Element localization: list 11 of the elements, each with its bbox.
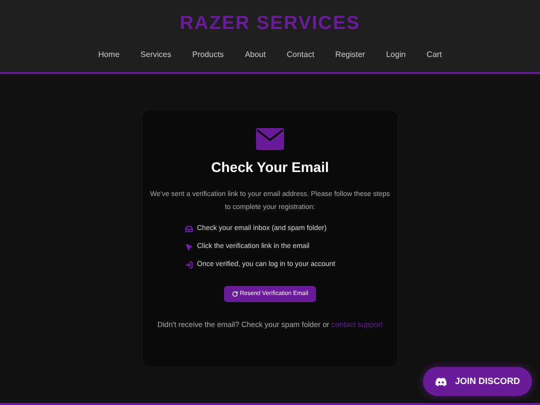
site-title: RAZER SERVICES [180,12,360,36]
nav-link[interactable]: Cart [426,50,442,60]
nav-link[interactable]: Login [386,50,406,60]
join-discord-button[interactable]: JOIN DISCORD [422,367,532,396]
nav-link[interactable]: Contact [286,50,314,60]
nav-link[interactable]: Products [192,50,224,60]
nav-link[interactable]: Services [140,50,172,60]
nav-link[interactable]: Home [98,50,120,60]
card-title: Check Your Email [211,158,329,176]
nav-link[interactable]: Register [335,50,366,60]
nav-link[interactable]: About [244,50,266,60]
